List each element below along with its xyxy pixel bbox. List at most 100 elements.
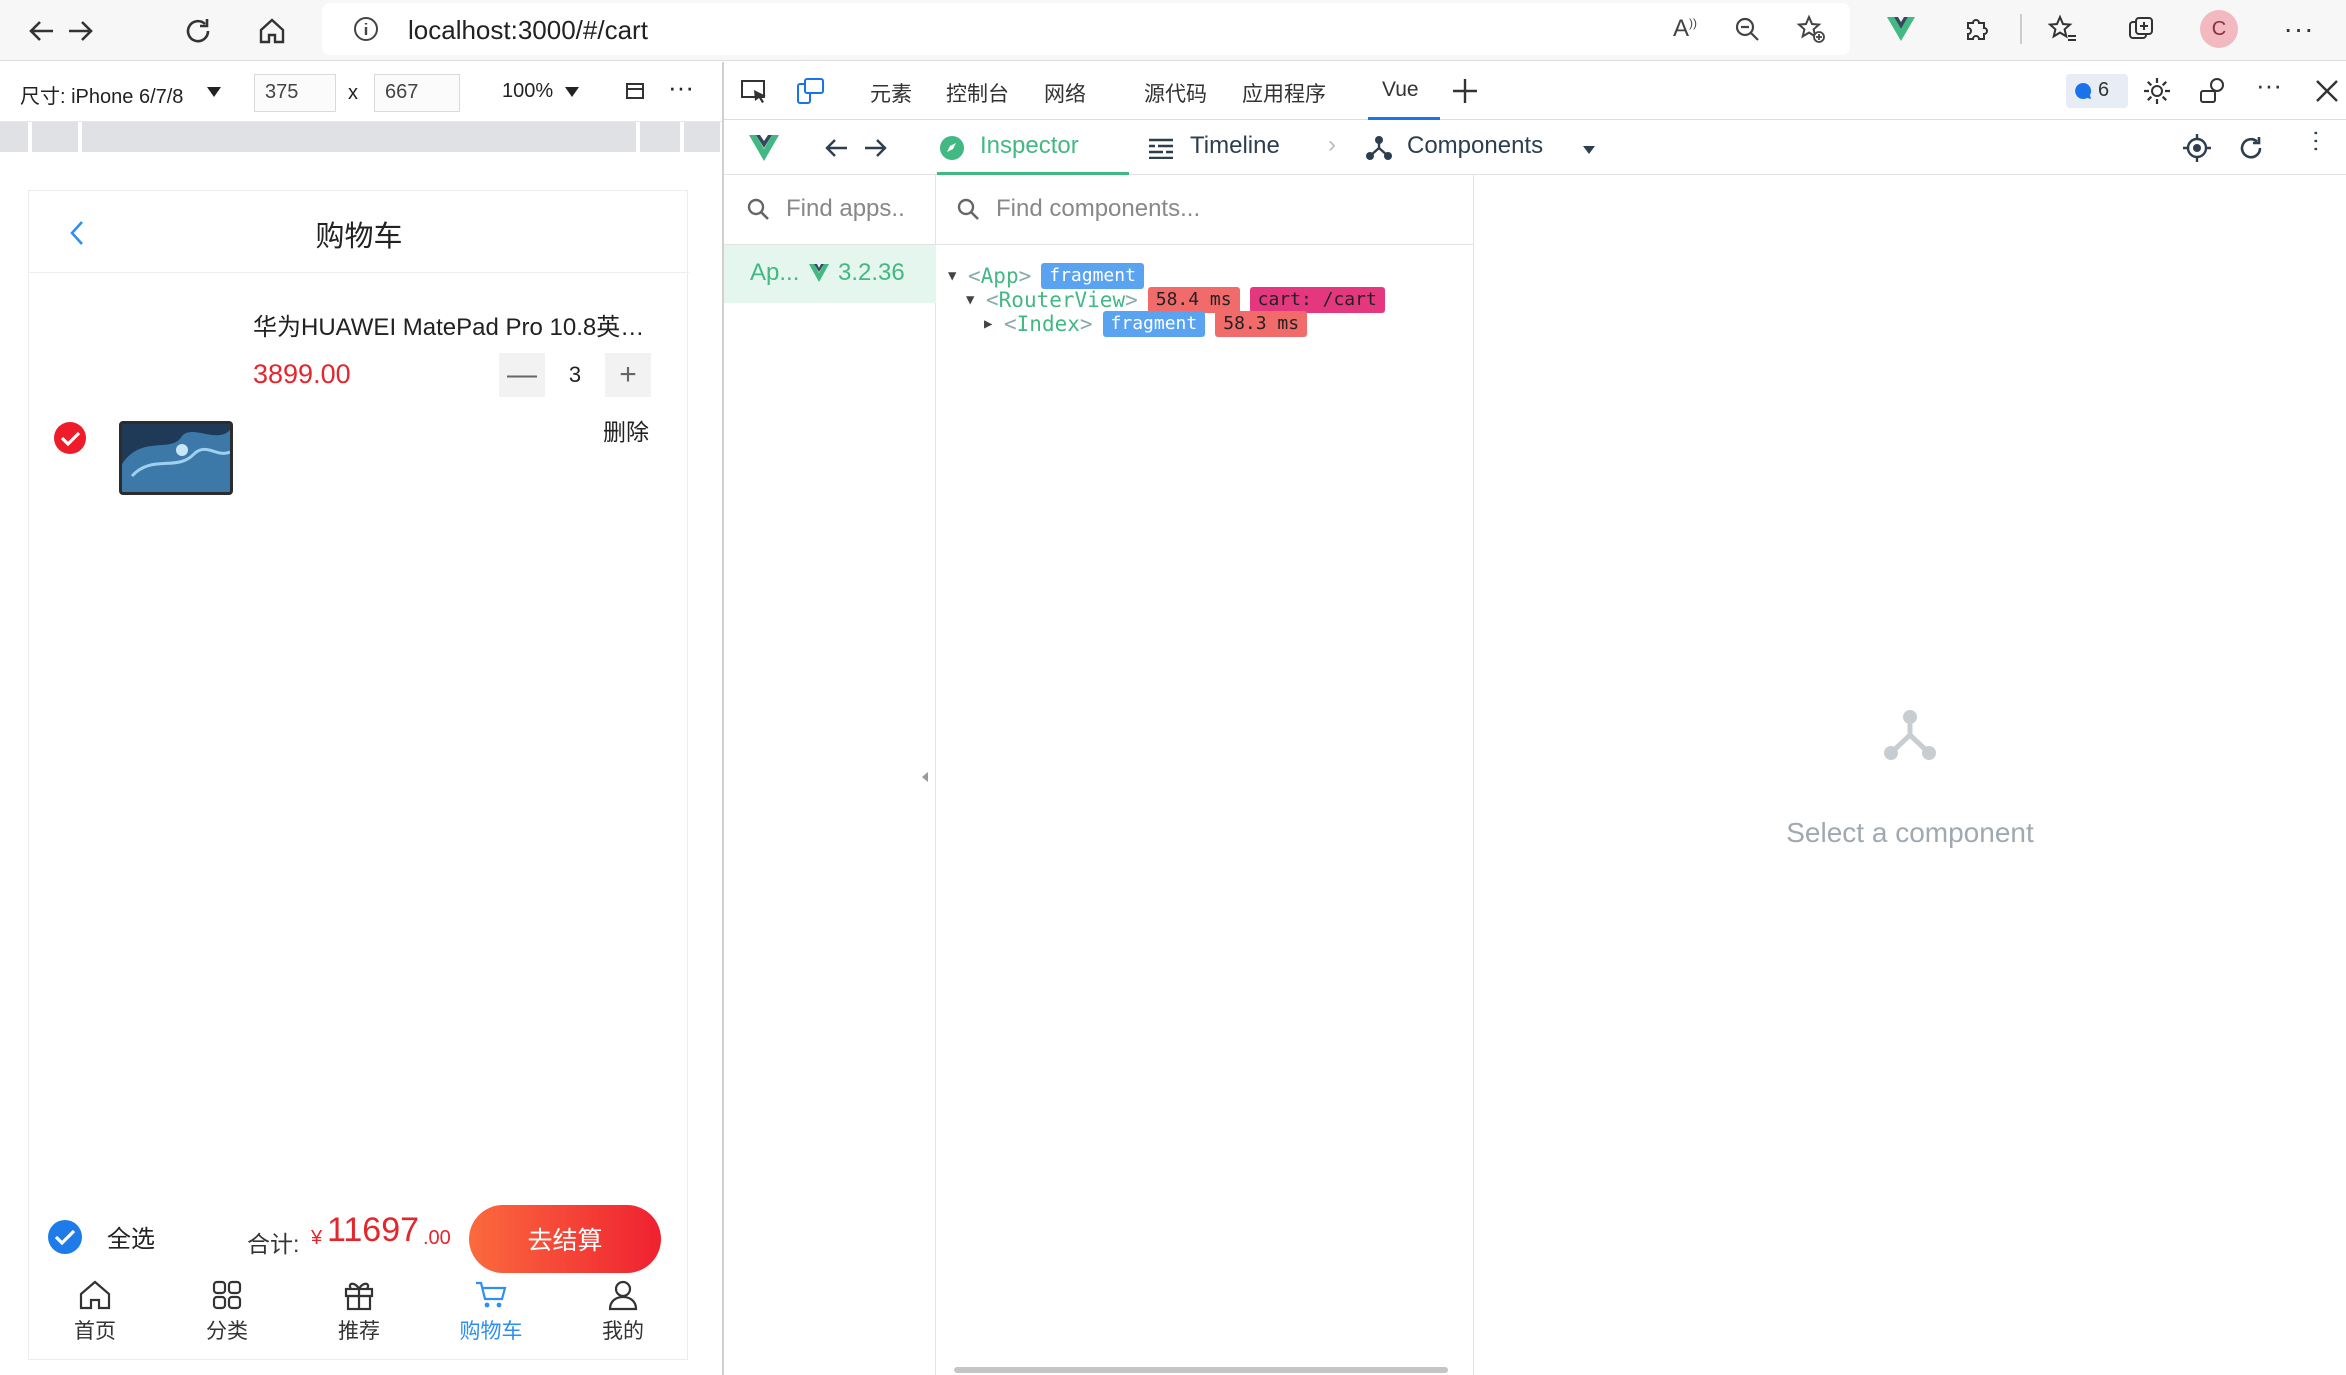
item-title[interactable]: 华为HUAWEI MatePad Pro 10.8英… <box>253 307 663 342</box>
connect-device-icon[interactable] <box>2198 76 2228 106</box>
decrease-button[interactable]: — <box>499 353 545 397</box>
pane-collapse-icon[interactable] <box>920 770 930 784</box>
device-toggle-icon[interactable] <box>796 76 826 106</box>
home-button[interactable] <box>250 9 294 53</box>
tag-close: > <box>1079 312 1093 336</box>
toolbar-divider <box>2020 14 2022 44</box>
ruler-segment[interactable] <box>640 122 680 152</box>
grid-icon <box>212 1280 242 1310</box>
issues-badge[interactable]: 6 <box>2066 74 2128 108</box>
inspect-element-icon[interactable] <box>740 78 770 106</box>
expanded-caret-icon[interactable]: ▼ <box>966 292 978 308</box>
forward-button[interactable] <box>58 9 102 53</box>
info-icon[interactable] <box>352 15 380 43</box>
expanded-caret-icon[interactable]: ▼ <box>948 268 960 284</box>
tab-elements[interactable]: 元素 <box>870 78 912 108</box>
forward-arrow-icon[interactable] <box>862 135 888 161</box>
zoom-dropdown-icon[interactable] <box>564 86 580 98</box>
puzzle-icon <box>1967 19 1988 40</box>
tree-node-index[interactable]: ▶ < Index > fragment 58.3 ms <box>984 309 1308 339</box>
tab-profile[interactable]: 我的 <box>557 1277 689 1361</box>
total-label: 合计: <box>247 1231 300 1257</box>
vue-logo-icon <box>749 135 779 161</box>
component-detail-pane: Select a component <box>1474 175 2346 1375</box>
select-all-label[interactable]: 全选 <box>107 1219 155 1254</box>
tab-vue[interactable]: Vue <box>1368 62 1440 120</box>
dropdown-arrow-icon[interactable] <box>206 86 222 98</box>
tab-application[interactable]: 应用程序 <box>1242 78 1326 108</box>
quantity-value[interactable]: 3 <box>549 353 601 397</box>
render-time-badge: 58.3 ms <box>1215 311 1308 337</box>
favorites-button[interactable] <box>2040 6 2086 52</box>
tab-cart[interactable]: 购物车 <box>425 1277 557 1361</box>
ruler-segment[interactable] <box>32 122 78 152</box>
tab-category[interactable]: 分类 <box>161 1277 293 1361</box>
tab-label: 分类 <box>206 1320 248 1343</box>
search-icon <box>957 198 979 220</box>
url-text[interactable]: localhost:3000/#/cart <box>408 15 648 46</box>
item-checkbox[interactable] <box>53 421 87 455</box>
tab-sources[interactable]: 源代码 <box>1144 78 1207 108</box>
component-name: Index <box>1016 312 1080 336</box>
devtools-tabbar: 元素 控制台 网络 源代码 应用程序 Vue 6 ··· <box>724 62 2346 120</box>
tab-recommend[interactable]: 推荐 <box>293 1277 425 1361</box>
rotate-icon[interactable] <box>622 78 648 104</box>
collapsed-caret-icon[interactable]: ▶ <box>984 316 996 332</box>
vue-menu-icon[interactable]: ··· <box>2303 129 2330 153</box>
profile-button[interactable]: C <box>2196 6 2242 52</box>
device-select[interactable]: 尺寸: iPhone 6/7/8 <box>20 80 183 109</box>
ruler-segment[interactable] <box>82 122 636 152</box>
select-all-checkbox[interactable] <box>47 1219 83 1255</box>
page-title: 购物车 <box>315 221 403 253</box>
component-tree-pane: Find components... ▼ < App > fragment ▼ < R… <box>936 175 1474 1375</box>
settings-gear-icon[interactable] <box>2142 76 2172 106</box>
checkout-button[interactable]: 去结算 <box>469 1205 661 1273</box>
ruler-segment[interactable] <box>0 122 28 152</box>
browser-menu-button[interactable]: ··· <box>2276 6 2322 52</box>
tab-timeline[interactable]: Timeline <box>1144 121 1294 175</box>
refresh-button[interactable] <box>176 9 220 53</box>
search-icon <box>747 198 769 220</box>
zoom-out-button[interactable] <box>1724 6 1770 52</box>
browser-toolbar: localhost:3000/#/cart A)) C ··· <box>0 0 2346 61</box>
close-devtools-icon[interactable] <box>2314 78 2340 104</box>
add-favorite-button[interactable] <box>1788 6 1834 52</box>
back-arrow-icon[interactable] <box>824 135 850 161</box>
favorites-star-icon <box>2048 14 2076 41</box>
tab-home[interactable]: 首页 <box>29 1277 161 1361</box>
tab-inspector[interactable]: Inspector <box>937 121 1129 175</box>
ruler-segment[interactable] <box>684 122 720 152</box>
delete-button[interactable]: 删除 <box>603 413 649 447</box>
fragment-badge: fragment <box>1102 311 1206 337</box>
tab-label: 首页 <box>74 1320 116 1343</box>
app-list-item[interactable]: Ap... 3.2.36 <box>724 245 936 303</box>
component-tree-placeholder-icon <box>1884 710 1936 760</box>
device-height-input[interactable]: 667 <box>374 74 460 112</box>
user-icon <box>608 1280 638 1311</box>
zoom-select[interactable]: 100% <box>502 80 553 103</box>
extensions-button[interactable] <box>1954 6 2000 52</box>
horizontal-scrollbar[interactable] <box>954 1367 1448 1373</box>
vue-extension-button[interactable] <box>1878 6 1924 52</box>
components-search[interactable]: Find components... <box>936 175 1474 245</box>
components-dropdown[interactable]: Components <box>1364 121 1604 175</box>
address-bar[interactable]: localhost:3000/#/cart A)) <box>322 3 1850 55</box>
collections-button[interactable] <box>2118 6 2164 52</box>
home-icon <box>79 1280 111 1310</box>
devtools-menu-icon[interactable]: ··· <box>2256 70 2282 101</box>
tab-console[interactable]: 控制台 <box>946 78 1009 108</box>
product-image[interactable] <box>119 421 233 495</box>
apps-search[interactable]: Find apps.. <box>724 175 936 245</box>
select-target-icon[interactable] <box>2182 133 2212 163</box>
add-tab-icon[interactable] <box>1450 76 1480 106</box>
tab-network[interactable]: 网络 <box>1044 78 1086 108</box>
quantity-stepper: — 3 + <box>499 353 653 397</box>
star-plus-icon <box>1796 14 1825 43</box>
collections-icon <box>2129 17 2153 39</box>
increase-button[interactable]: + <box>605 353 651 397</box>
arrow-left-icon <box>29 21 53 41</box>
read-aloud-button[interactable]: A)) <box>1662 6 1708 52</box>
device-options-icon[interactable]: ··· <box>668 72 694 103</box>
refresh-icon[interactable] <box>2238 135 2264 161</box>
device-width-input[interactable]: 375 <box>254 74 336 112</box>
